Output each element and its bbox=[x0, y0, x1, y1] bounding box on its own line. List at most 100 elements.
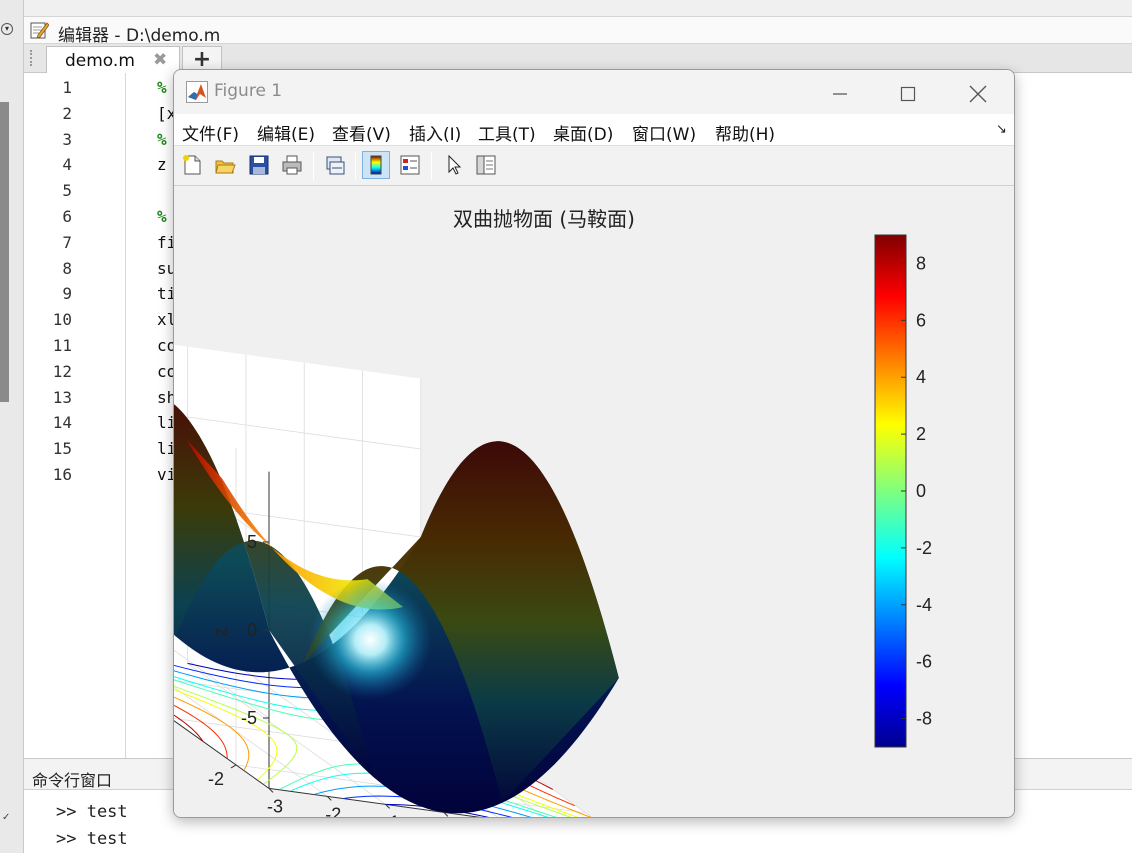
left-panel-strip: ▾ ✓ bbox=[0, 0, 24, 853]
z-axis-label: z bbox=[210, 627, 232, 637]
link-plot-button[interactable] bbox=[321, 151, 349, 179]
line-number: 5 bbox=[62, 181, 72, 201]
plot-tools-button[interactable] bbox=[472, 151, 500, 179]
colorbar-tick-label: -8 bbox=[916, 709, 932, 729]
line-number: 13 bbox=[52, 387, 72, 407]
surface-specular-highlight bbox=[308, 579, 433, 700]
tab-grip[interactable] bbox=[30, 50, 36, 66]
editor-pencil-icon bbox=[30, 22, 49, 39]
open-file-icon bbox=[215, 160, 236, 174]
line-number: 4 bbox=[62, 155, 72, 175]
maximize-button[interactable] bbox=[880, 77, 936, 109]
print-icon bbox=[282, 155, 302, 175]
y-tick-mark bbox=[230, 764, 237, 769]
z-tick-label: 5 bbox=[247, 532, 257, 552]
colorbar-tick-label: -4 bbox=[916, 595, 932, 615]
toolbar-separator bbox=[355, 152, 356, 180]
colorbar-tick-label: 0 bbox=[916, 481, 926, 501]
minimize-icon bbox=[833, 92, 847, 95]
z-tick-label: 0 bbox=[247, 620, 257, 640]
tab-demo-m[interactable]: demo.m ✖ bbox=[46, 46, 180, 74]
code-line[interactable]: % bbox=[157, 78, 167, 97]
colorbar-tick-label: -2 bbox=[916, 538, 932, 558]
tab-label: demo.m bbox=[65, 51, 135, 71]
menu-insert[interactable]: 插入(I) bbox=[409, 120, 461, 145]
close-button[interactable] bbox=[950, 77, 1006, 109]
line-number: 11 bbox=[52, 336, 72, 355]
tab-close-icon[interactable]: ✖ bbox=[153, 50, 167, 70]
insert-legend-icon bbox=[400, 155, 420, 175]
line-number: 7 bbox=[62, 232, 72, 252]
insert-legend-button[interactable] bbox=[396, 151, 424, 179]
menu-window[interactable]: 窗口(W) bbox=[632, 120, 696, 145]
edit-plot-arrow-icon bbox=[448, 154, 462, 175]
menubar-expand-icon[interactable]: ↘ bbox=[996, 122, 1007, 137]
saddle-surface-plot[interactable]: 双曲抛物面 (马鞍面)-3-2-10123-202-505xyz 86420-2… bbox=[174, 186, 1015, 818]
toolbar-separator bbox=[431, 152, 432, 180]
line-number: 2 bbox=[62, 103, 72, 123]
code-line[interactable]: z bbox=[157, 155, 167, 174]
colorbar-tick-label: 8 bbox=[916, 253, 926, 273]
insert-colorbar-icon bbox=[370, 155, 382, 175]
line-number-gutter: 1 2 3 4 5 6 7 8 9 10 11 12 13 14 15 16 bbox=[24, 73, 126, 758]
line-number: 1 bbox=[62, 78, 72, 97]
print-button[interactable] bbox=[278, 151, 306, 179]
figure-menubar: 文件(F) 编辑(E) 查看(V) 插入(I) 工具(T) 桌面(D) 窗口(W… bbox=[174, 114, 1014, 146]
edit-plot-button[interactable] bbox=[440, 151, 468, 179]
editor-title: 编辑器 - D:\demo.m bbox=[58, 26, 221, 46]
figure-canvas[interactable]: 双曲抛物面 (马鞍面)-3-2-10123-202-505xyz 86420-2… bbox=[174, 186, 1015, 818]
toolbar-separator bbox=[313, 152, 314, 180]
line-number: 8 bbox=[62, 258, 72, 278]
link-plot-icon bbox=[326, 156, 345, 175]
command-line: >> test bbox=[56, 829, 128, 849]
colorbar-tick-label: 4 bbox=[916, 367, 926, 387]
plot-tools-icon bbox=[476, 155, 496, 175]
open-file-button[interactable] bbox=[211, 151, 239, 179]
plot-title: 双曲抛物面 (马鞍面) bbox=[453, 207, 635, 231]
y-tick-label: -2 bbox=[208, 769, 224, 789]
figure-titlebar[interactable]: Figure 1 bbox=[174, 70, 1014, 114]
maximize-icon bbox=[900, 86, 916, 101]
line-number: 14 bbox=[52, 413, 72, 433]
command-window-title: 命令行窗口 bbox=[32, 771, 113, 790]
figure-window[interactable]: Figure 1 文件(F) 编辑(E) 查看(V) 插入(I) 工具(T) 桌… bbox=[173, 69, 1015, 818]
line-number: 16 bbox=[52, 465, 72, 484]
z-tick-label: -5 bbox=[241, 708, 257, 728]
x-tick-label: -3 bbox=[267, 796, 283, 816]
line-number: 3 bbox=[62, 129, 72, 149]
figure-title: Figure 1 bbox=[214, 81, 283, 101]
menu-tools[interactable]: 工具(T) bbox=[478, 120, 536, 145]
x-tick-label: -1 bbox=[384, 812, 400, 818]
save-icon bbox=[249, 155, 269, 175]
save-button[interactable] bbox=[245, 151, 273, 179]
x-tick-label: -2 bbox=[325, 804, 341, 818]
code-line[interactable]: % bbox=[157, 207, 167, 226]
line-number: 12 bbox=[52, 361, 72, 381]
panel-menu-icon[interactable]: ▾ bbox=[1, 23, 13, 35]
line-number: 9 bbox=[62, 284, 72, 304]
menu-edit[interactable]: 编辑(E) bbox=[257, 120, 315, 145]
line-number: 10 bbox=[52, 310, 72, 330]
line-number: 15 bbox=[52, 439, 72, 459]
colorbar-tick-label: 2 bbox=[916, 424, 926, 444]
left-scrollbar[interactable] bbox=[0, 102, 9, 402]
insert-colorbar-button[interactable] bbox=[362, 151, 390, 179]
menu-help[interactable]: 帮助(H) bbox=[715, 120, 775, 145]
matlab-desktop: ▾ ✓ 编辑器 - D:\demo.m demo.m ✖ + 123456789… bbox=[0, 0, 1132, 853]
line-number: 6 bbox=[62, 207, 72, 226]
menu-desktop[interactable]: 桌面(D) bbox=[553, 120, 613, 145]
matlab-logo-icon bbox=[186, 81, 208, 103]
command-line: >> test bbox=[56, 802, 128, 822]
editor-titlebar: 编辑器 - D:\demo.m bbox=[24, 16, 1132, 46]
menu-file[interactable]: 文件(F) bbox=[182, 120, 239, 145]
colorbar-tick-label: 6 bbox=[916, 310, 926, 330]
menu-view[interactable]: 查看(V) bbox=[332, 120, 391, 145]
colorbar-tick-label: -6 bbox=[916, 652, 932, 672]
checkmark-icon: ✓ bbox=[2, 812, 11, 823]
close-icon bbox=[969, 85, 987, 102]
new-figure-icon bbox=[183, 155, 201, 175]
minimize-button[interactable] bbox=[812, 77, 868, 109]
new-figure-button[interactable] bbox=[178, 151, 206, 179]
figure-toolbar bbox=[174, 146, 1014, 186]
code-line[interactable]: % bbox=[157, 130, 167, 149]
